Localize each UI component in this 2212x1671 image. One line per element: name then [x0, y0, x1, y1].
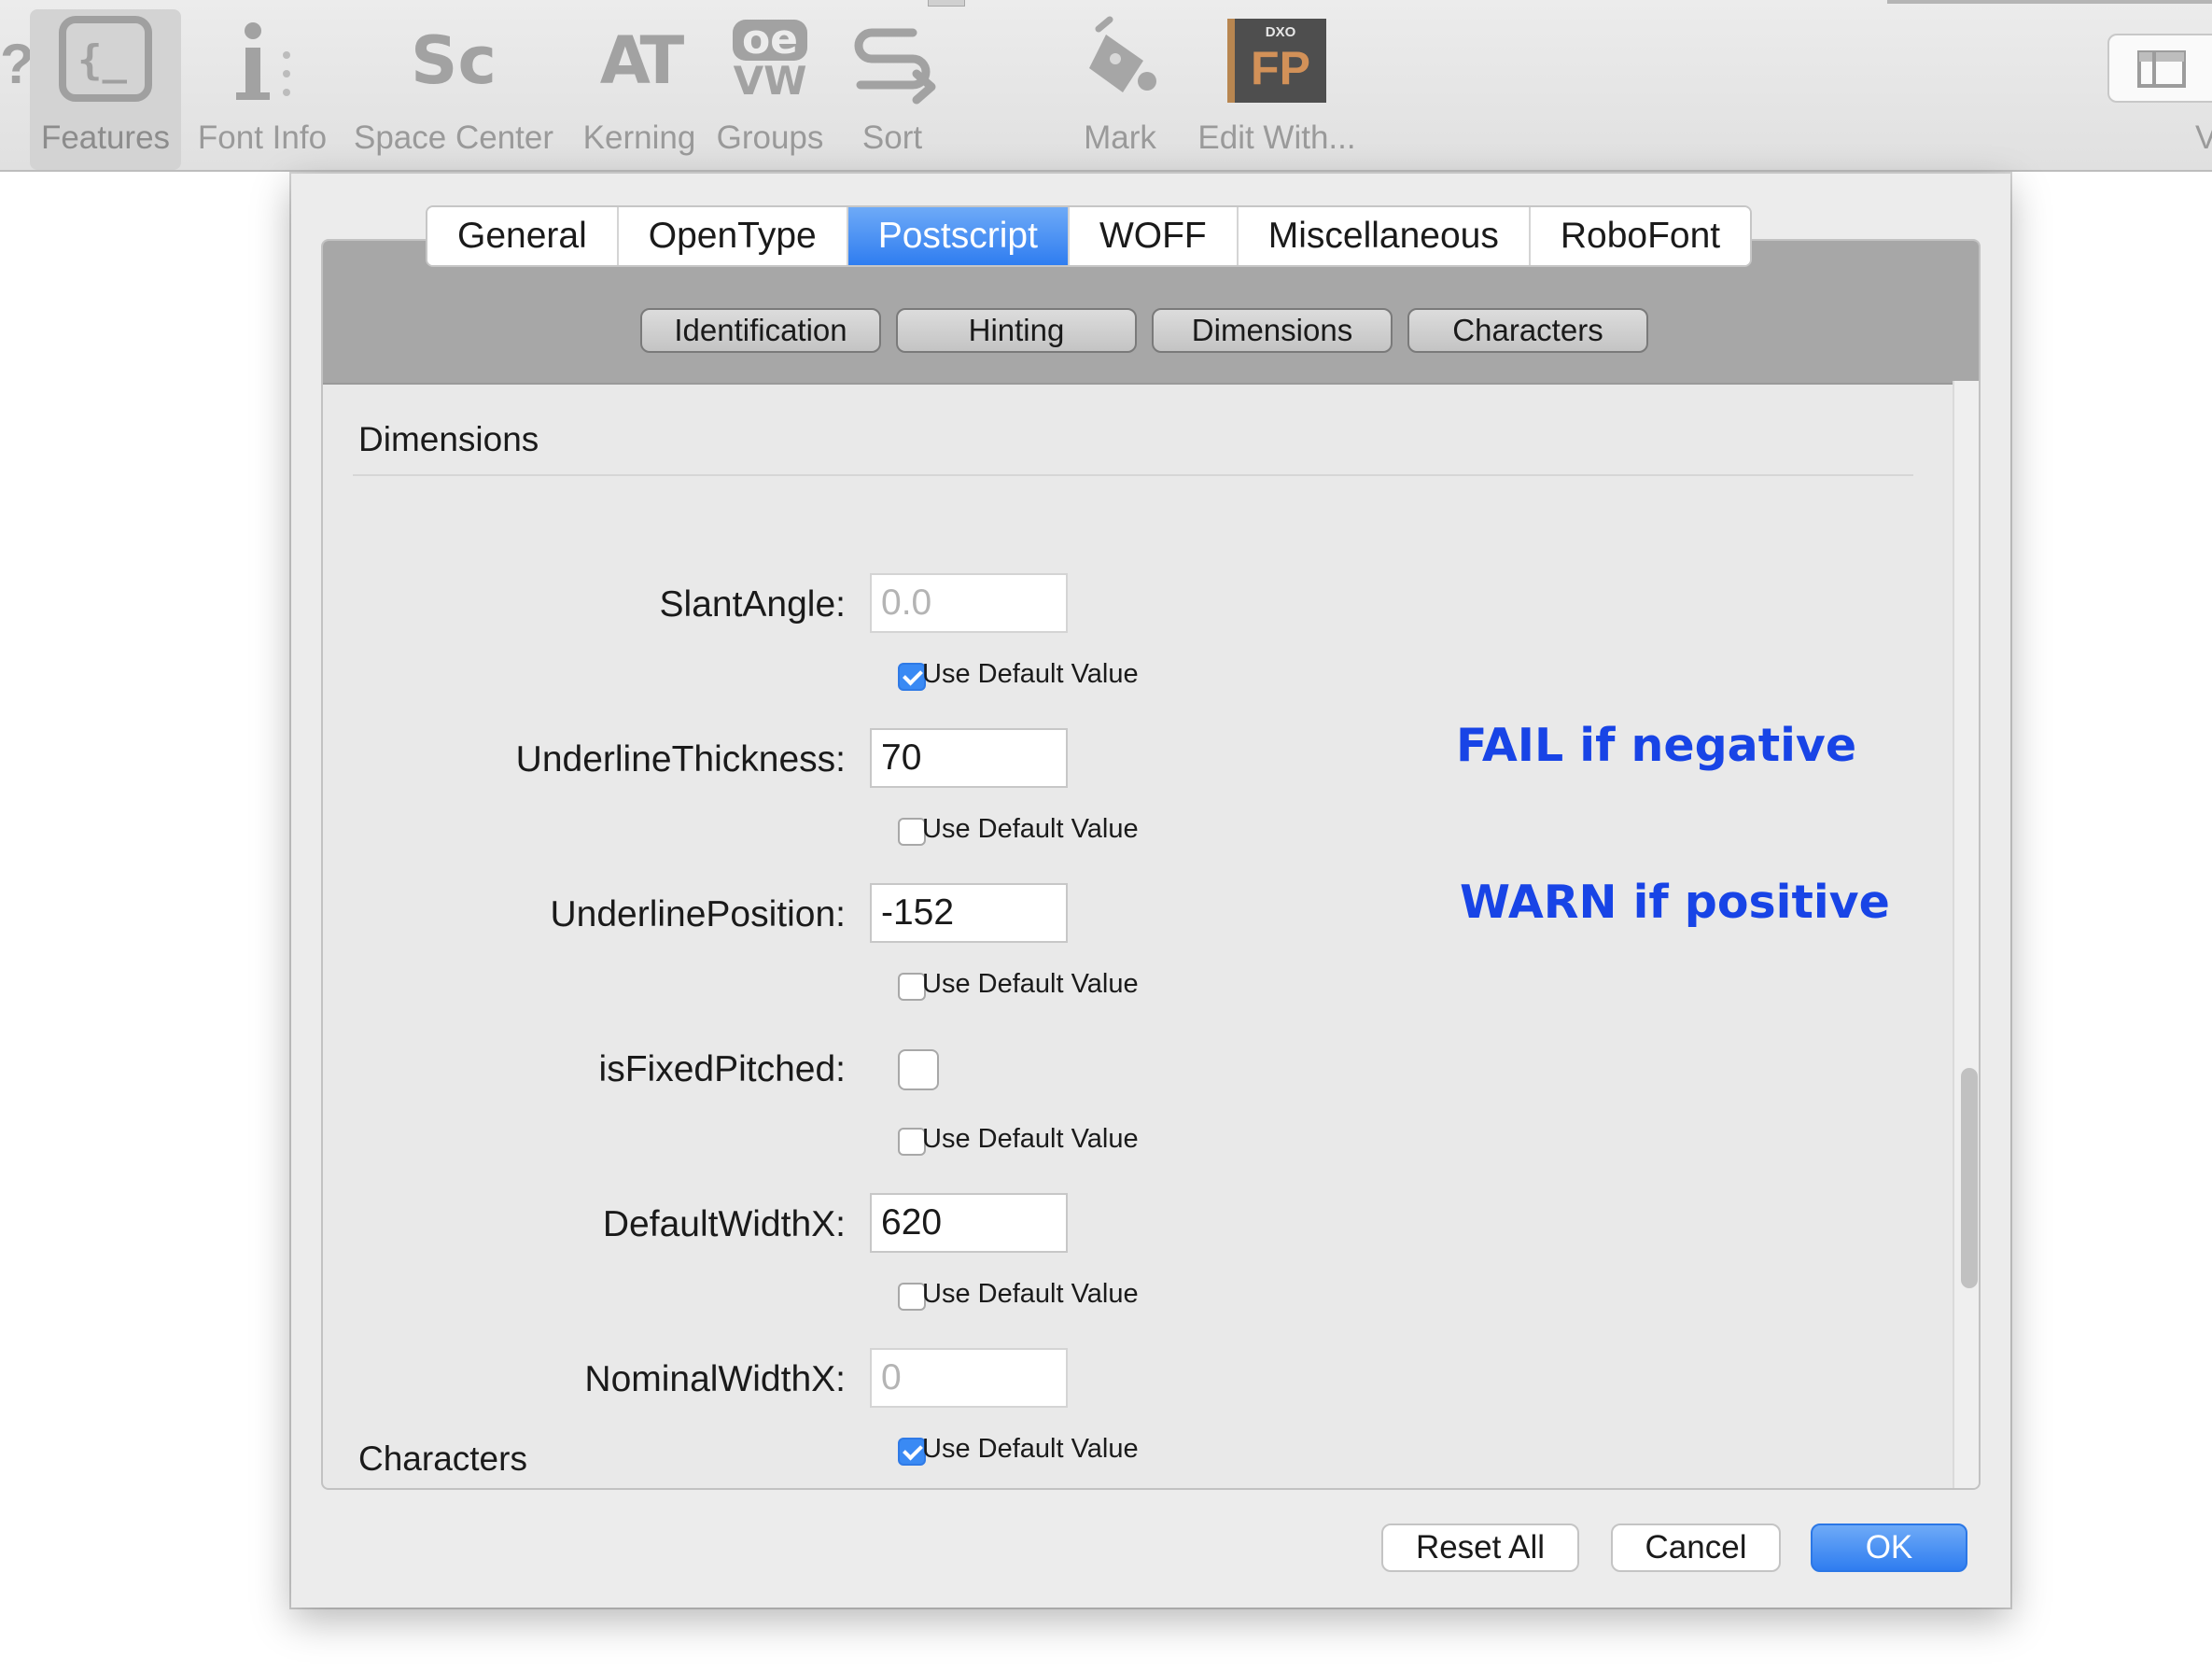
- title-bar-notch: [928, 0, 965, 7]
- sort-icon: [827, 9, 958, 112]
- font-info-dialog: Dimensions SlantAngle: 0.0 Use Default V…: [291, 174, 2010, 1608]
- toolbar-space-center-button[interactable]: Sc Space Center: [351, 9, 556, 170]
- sidebar-toggle-button[interactable]: [2107, 34, 2212, 103]
- subtab-hinting[interactable]: Hinting: [896, 308, 1137, 353]
- toolbar-kerning-label: Kerning: [582, 119, 696, 156]
- slant-angle-default-label: Use Default Value: [922, 659, 1139, 689]
- section-title-dimensions: Dimensions: [358, 420, 539, 458]
- subtab-dimensions[interactable]: Dimensions: [1152, 308, 1393, 353]
- underline-position-field[interactable]: -152: [870, 883, 1068, 943]
- toolbar-features-button[interactable]: {_ Features: [30, 9, 181, 170]
- nominal-width-x-label: NominalWidthX:: [584, 1359, 846, 1399]
- ok-button[interactable]: OK: [1811, 1524, 1967, 1572]
- section-separator: [353, 474, 1913, 476]
- toolbar-edit-with-label: Edit With...: [1197, 119, 1356, 156]
- is-fixed-pitched-default-label: Use Default Value: [922, 1124, 1139, 1154]
- info-icon: [197, 9, 328, 112]
- toolbar-space-center-label: Space Center: [353, 119, 554, 156]
- toolbar-groups-button[interactable]: oe VW Groups: [709, 9, 831, 170]
- nominal-width-x-default-label: Use Default Value: [922, 1434, 1139, 1464]
- fail-annotation: FAIL if negative: [1456, 719, 1857, 772]
- toolbar-kerning-button[interactable]: AT Kerning: [569, 9, 709, 170]
- toolbar-mark-button[interactable]: Mark: [1064, 9, 1176, 170]
- underline-position-label: UnderlinePosition:: [550, 894, 846, 934]
- title-bar-edge: [1887, 0, 2212, 4]
- features-braces-icon: {_: [40, 9, 171, 112]
- is-fixed-pitched-label: isFixedPitched:: [598, 1049, 846, 1089]
- toolbar-features-label: Features: [40, 119, 171, 156]
- toolbar-sort-label: Sort: [861, 119, 923, 156]
- slant-angle-label: SlantAngle:: [659, 584, 846, 625]
- tab-woff[interactable]: WOFF: [1069, 207, 1239, 265]
- section-title-characters: Characters: [358, 1439, 527, 1478]
- window-toolbar: ? {_ Features Font Info Sc Space Center …: [0, 0, 2212, 172]
- cut-off-toolbar-label: V: [2195, 119, 2212, 156]
- panel-scrollbar[interactable]: [1953, 381, 1979, 1488]
- scrollbar-thumb[interactable]: [1961, 1068, 1978, 1288]
- warn-annotation: WARN if positive: [1460, 876, 1890, 929]
- is-fixed-pitched-checkbox[interactable]: [898, 1049, 939, 1090]
- dxo-fp-app-icon: DXO FP: [1211, 9, 1342, 112]
- kerning-icon: AT: [599, 22, 684, 99]
- cancel-button[interactable]: Cancel: [1611, 1524, 1781, 1572]
- groups-icon: oe VW: [732, 16, 808, 104]
- default-width-x-default-label: Use Default Value: [922, 1279, 1139, 1309]
- default-width-x-field[interactable]: 620: [870, 1193, 1068, 1253]
- postscript-dimensions-panel[interactable]: Dimensions SlantAngle: 0.0 Use Default V…: [323, 383, 1947, 1488]
- tab-postscript[interactable]: Postscript: [847, 207, 1070, 265]
- tab-content-box: Dimensions SlantAngle: 0.0 Use Default V…: [321, 239, 1981, 1490]
- tab-opentype[interactable]: OpenType: [618, 207, 848, 265]
- toolbar-font-info-button[interactable]: Font Info: [192, 9, 332, 170]
- underline-position-default-label: Use Default Value: [922, 969, 1139, 999]
- nominal-width-x-field[interactable]: 0: [870, 1348, 1068, 1408]
- mark-paint-icon: [1055, 9, 1185, 112]
- underline-thickness-field[interactable]: 70: [870, 728, 1068, 788]
- toolbar-mark-label: Mark: [1084, 119, 1156, 156]
- sub-tab-bar: Identification Hinting Dimensions Charac…: [640, 308, 1648, 353]
- reset-all-button[interactable]: Reset All: [1381, 1524, 1579, 1572]
- toolbar-sort-button[interactable]: Sort: [836, 9, 948, 170]
- main-tab-bar: General OpenType Postscript WOFF Miscell…: [426, 205, 1753, 267]
- toolbar-font-info-label: Font Info: [197, 119, 328, 156]
- svg-text:{_: {_: [77, 36, 127, 84]
- default-width-x-label: DefaultWidthX:: [602, 1204, 846, 1244]
- space-center-icon: Sc: [411, 22, 497, 99]
- tab-robofont[interactable]: RoboFont: [1530, 207, 1751, 265]
- toolbar-groups-label: Groups: [716, 119, 824, 156]
- tab-miscellaneous[interactable]: Miscellaneous: [1238, 207, 1531, 265]
- tab-general[interactable]: General: [427, 207, 619, 265]
- subtab-identification[interactable]: Identification: [640, 308, 881, 353]
- subtab-characters[interactable]: Characters: [1407, 308, 1648, 353]
- slant-angle-field[interactable]: 0.0: [870, 573, 1068, 633]
- sidebar-layout-icon: [2137, 50, 2186, 88]
- underline-thickness-label: UnderlineThickness:: [515, 739, 846, 779]
- toolbar-edit-with-button[interactable]: DXO FP Edit With...: [1183, 9, 1370, 170]
- underline-thickness-default-label: Use Default Value: [922, 814, 1139, 844]
